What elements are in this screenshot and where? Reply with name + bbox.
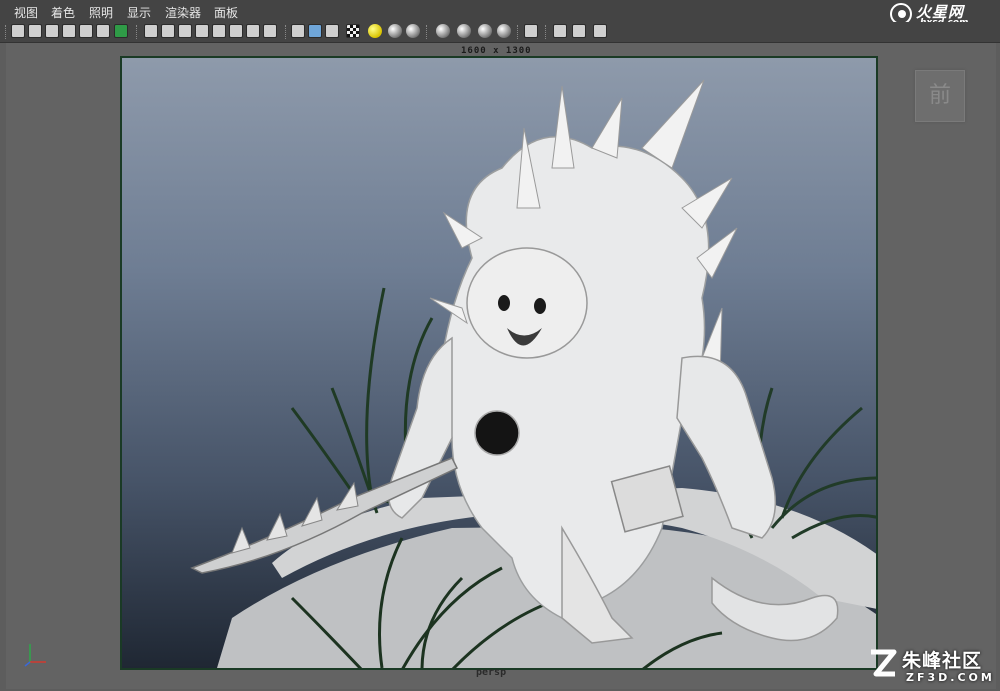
xray-joints-icon[interactable] bbox=[478, 24, 492, 38]
toolbar-grip bbox=[5, 25, 8, 39]
menu-view[interactable]: 视图 bbox=[14, 4, 38, 21]
2d-pan-zoom-icon[interactable] bbox=[79, 24, 93, 38]
creature-eye-right bbox=[534, 298, 546, 314]
select-highlight-icon[interactable] bbox=[524, 24, 538, 38]
all-lights-icon[interactable] bbox=[406, 24, 420, 38]
creature-eye-left bbox=[498, 295, 510, 311]
field-chart-icon[interactable] bbox=[178, 24, 192, 38]
creature-flask bbox=[474, 410, 520, 456]
menu-show[interactable]: 显示 bbox=[127, 4, 151, 21]
toolbar-separator bbox=[517, 25, 520, 39]
default-lighting-icon[interactable] bbox=[368, 24, 382, 38]
wireframe-icon[interactable] bbox=[291, 24, 305, 38]
gate-mask-icon[interactable] bbox=[229, 24, 243, 38]
toolbar-separator bbox=[545, 25, 548, 39]
shadows-icon[interactable] bbox=[388, 24, 402, 38]
view-cube[interactable]: 前 bbox=[915, 70, 965, 122]
smooth-shade-icon[interactable] bbox=[308, 24, 322, 38]
menu-bar: 视图 着色 照明 显示 渲染器 面板 火星网 hxsd.com bbox=[0, 0, 1000, 28]
grid-icon[interactable] bbox=[144, 24, 158, 38]
text-icon[interactable] bbox=[263, 24, 277, 38]
view-cube-front-label[interactable]: 前 bbox=[929, 83, 951, 108]
textured-icon[interactable] bbox=[346, 24, 360, 38]
grease-pencil-icon[interactable] bbox=[96, 24, 110, 38]
watermark-en: ZF3D.COM bbox=[906, 671, 995, 684]
menu-shading[interactable]: 着色 bbox=[51, 4, 75, 21]
wireframe-on-shaded-icon[interactable] bbox=[325, 24, 339, 38]
toolbar-separator bbox=[285, 25, 288, 39]
menu-panels[interactable]: 面板 bbox=[214, 4, 238, 21]
select-camera-icon[interactable] bbox=[11, 24, 25, 38]
zf3d-logo-icon bbox=[871, 649, 897, 677]
menu-renderer[interactable]: 渲染器 bbox=[165, 4, 201, 21]
xray-icon[interactable] bbox=[457, 24, 471, 38]
resolution-gate-icon[interactable] bbox=[114, 24, 128, 38]
texture-display-icon[interactable] bbox=[246, 24, 260, 38]
resolution-gate[interactable] bbox=[120, 56, 878, 670]
camera-label: persp bbox=[476, 667, 507, 678]
watermark-cn: 朱峰社区 bbox=[902, 650, 983, 672]
toolbar-separator bbox=[426, 25, 429, 39]
isolate-select-icon[interactable] bbox=[436, 24, 450, 38]
image-plane-icon[interactable] bbox=[62, 24, 76, 38]
camera-attributes-icon[interactable] bbox=[28, 24, 42, 38]
panel-toolbar bbox=[0, 22, 1000, 43]
film-gate-icon[interactable] bbox=[161, 24, 175, 38]
two-cube-icon[interactable] bbox=[572, 24, 586, 38]
menu-lighting[interactable]: 照明 bbox=[89, 4, 113, 21]
toolbar-separator bbox=[136, 25, 139, 39]
zf3d-watermark: 朱峰社区 ZF3D.COM bbox=[868, 646, 998, 688]
rendered-creature-scene bbox=[190, 79, 876, 668]
cube-view-icon[interactable] bbox=[553, 24, 567, 38]
safe-title-icon[interactable] bbox=[212, 24, 226, 38]
xray-components-icon[interactable] bbox=[497, 24, 511, 38]
safe-action-icon[interactable] bbox=[195, 24, 209, 38]
share-icon[interactable] bbox=[593, 24, 607, 38]
bookmarks-icon[interactable] bbox=[45, 24, 59, 38]
resolution-label: 1600 x 1300 bbox=[461, 46, 532, 56]
axis-gizmo-icon bbox=[24, 644, 46, 667]
